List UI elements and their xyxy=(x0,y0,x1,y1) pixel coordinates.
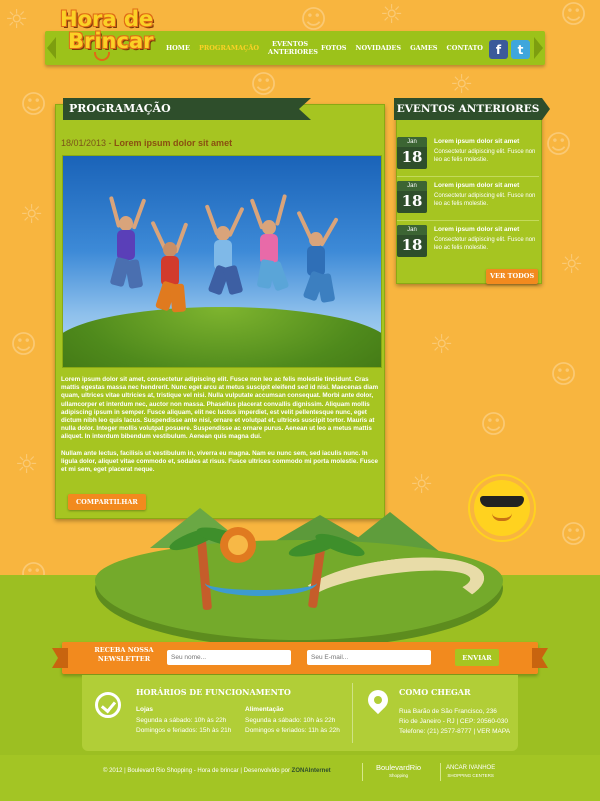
ancar-ivanhoe-logo[interactable]: ANCAR IVANHOE SHOPPING CENTERS xyxy=(446,764,495,780)
directions-title: COMO CHEGAR xyxy=(399,687,471,697)
copyright-label: © 2012 | Boulevard Rio Shopping - Hora d… xyxy=(103,768,292,774)
event-month: Jan xyxy=(397,137,427,147)
event-item[interactable]: Jan 18 Lorem ipsum dolor sit amet Consec… xyxy=(397,225,539,265)
post-paragraph-1: Lorem ipsum dolor sit amet, consectetur … xyxy=(61,376,379,441)
logo-line1: Hora de xyxy=(60,7,154,31)
event-divider xyxy=(397,220,539,221)
facebook-icon[interactable]: f xyxy=(489,40,508,59)
nav-games[interactable]: GAMES xyxy=(410,44,437,52)
nav-contato[interactable]: CONTATO xyxy=(447,44,483,52)
hours-food-text: Segunda a sábado: 10h às 22h Domingos e … xyxy=(245,717,340,734)
calendar-icon: Jan 18 xyxy=(397,181,427,213)
post-title[interactable]: Lorem ipsum dolor sit amet xyxy=(114,138,232,148)
twitter-icon[interactable]: t xyxy=(511,40,530,59)
event-day: 18 xyxy=(401,192,423,210)
post-header: 18/01/2013 - Lorem ipsum dolor sit amet xyxy=(61,138,232,148)
footer-divider xyxy=(440,763,441,781)
partner2-sub: SHOPPING CENTERS xyxy=(447,773,494,778)
logo-line2: Brincar xyxy=(68,29,154,53)
check-clock-icon xyxy=(95,692,121,718)
post-date: 18/01/2013 xyxy=(61,138,107,148)
newsletter-label: RECEBA NOSSA NEWSLETTER xyxy=(94,646,154,663)
sun-with-sunglasses-icon xyxy=(474,480,530,536)
event-description: Consectetur adipiscing elit. Fusce non l… xyxy=(434,149,536,163)
boulevard-rio-logo[interactable]: BoulevardRio Shopping xyxy=(376,764,421,780)
share-button[interactable]: COMPARTILHAR xyxy=(68,494,146,510)
nav-eventos-anteriores[interactable]: EVENTOS ANTERIORES xyxy=(268,40,318,56)
event-title[interactable]: Lorem ipsum dolor sit amet xyxy=(434,181,538,190)
event-description: Consectetur adipiscing elit. Fusce non l… xyxy=(434,237,536,251)
social-links: f t xyxy=(489,40,530,59)
event-title[interactable]: Lorem ipsum dolor sit amet xyxy=(434,225,538,234)
sidebar-title: EVENTOS ANTERIORES xyxy=(394,98,550,120)
newsletter-name-input[interactable] xyxy=(167,650,291,665)
lion-mascot xyxy=(220,527,256,563)
calendar-icon: Jan 18 xyxy=(397,137,427,169)
directions-address[interactable]: Rua Barão de São Francisco, 236 Rio de J… xyxy=(399,707,510,737)
kids-jumping-photo xyxy=(62,155,382,368)
event-month: Jan xyxy=(397,225,427,235)
newsletter-email-input[interactable] xyxy=(307,650,431,665)
section-title: PROGRAMAÇÃO xyxy=(63,98,311,120)
smile-icon xyxy=(94,52,110,61)
nav-home[interactable]: HOME xyxy=(166,44,190,52)
nav-fotos[interactable]: FOTOS xyxy=(321,44,346,52)
main-nav: HOME PROGRAMAÇÃO EVENTOS ANTERIORES FOTO… xyxy=(166,38,492,58)
copyright-text: © 2012 | Boulevard Rio Shopping - Hora d… xyxy=(103,768,331,774)
calendar-icon: Jan 18 xyxy=(397,225,427,257)
event-day: 18 xyxy=(401,236,423,254)
post-body: Lorem ipsum dolor sit amet, consectetur … xyxy=(61,376,379,482)
developer-link[interactable]: ZONAInternet xyxy=(292,768,331,774)
partner1-sub: Shopping xyxy=(389,773,409,778)
view-all-button[interactable]: VER TODOS xyxy=(486,269,539,284)
hammock xyxy=(205,570,317,596)
event-description: Consectetur adipiscing elit. Fusce non l… xyxy=(434,193,536,207)
footer-divider xyxy=(362,763,363,781)
event-month: Jan xyxy=(397,181,427,191)
newsletter-submit-button[interactable]: ENVIAR xyxy=(455,649,499,666)
post-paragraph-2: Nullam ante lectus, facilisis ut vestibu… xyxy=(61,449,379,474)
event-item[interactable]: Jan 18 Lorem ipsum dolor sit amet Consec… xyxy=(397,181,539,221)
nav-programacao[interactable]: PROGRAMAÇÃO xyxy=(199,44,259,52)
partner1-name: BoulevardRio xyxy=(376,763,422,772)
hours-stores-text: Segunda a sábado: 10h às 22h Domingos e … xyxy=(136,717,232,734)
hora-de-brincar-logo[interactable]: Hora de Brincar xyxy=(60,8,158,70)
hours-title: HORÁRIOS DE FUNCIONAMENTO xyxy=(136,687,291,697)
hours-food-title: Alimentação xyxy=(245,706,284,713)
hours-stores-title: Lojas xyxy=(136,706,153,713)
partner2-name: ANCAR IVANHOE xyxy=(446,765,496,771)
event-divider xyxy=(397,176,539,177)
event-day: 18 xyxy=(401,148,423,166)
event-title[interactable]: Lorem ipsum dolor sit amet xyxy=(434,137,538,146)
post-separator: - xyxy=(106,138,115,148)
event-item[interactable]: Jan 18 Lorem ipsum dolor sit amet Consec… xyxy=(397,137,539,177)
footer xyxy=(0,755,600,801)
nav-novidades[interactable]: NOVIDADES xyxy=(356,44,402,52)
